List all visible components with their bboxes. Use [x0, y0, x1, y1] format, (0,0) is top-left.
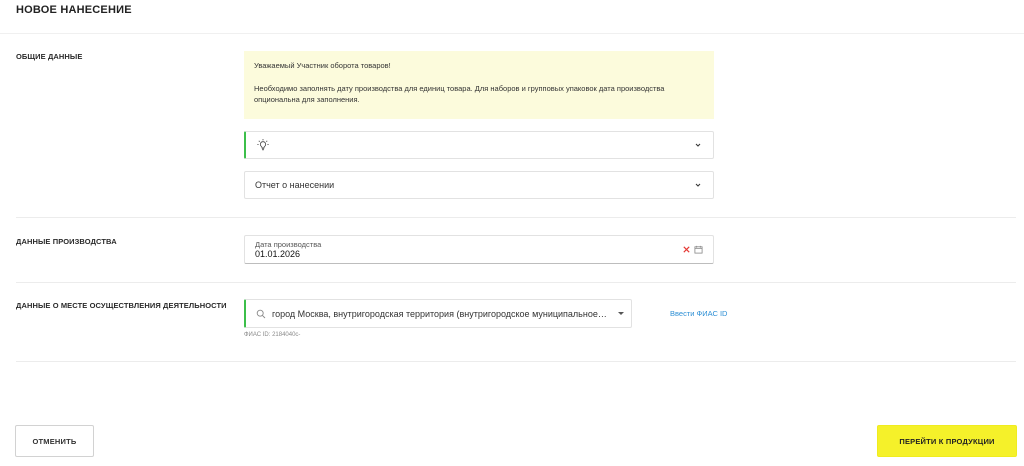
- enter-fias-id-link[interactable]: Ввести ФИАС ID: [670, 309, 727, 318]
- clear-icon[interactable]: [682, 245, 691, 254]
- section-label-production: ДАННЫЕ ПРОИЗВОДСТВА: [16, 237, 117, 246]
- notice-greeting: Уважаемый Участник оборота товаров!: [254, 61, 391, 70]
- search-icon: [256, 309, 266, 318]
- notice-message: Необходимо заполнять дату производства д…: [254, 84, 665, 104]
- calendar-icon[interactable]: [694, 245, 703, 254]
- header-divider: [0, 33, 1024, 34]
- date-field-label: Дата производства: [255, 240, 322, 249]
- chevron-down-icon: [695, 183, 701, 187]
- address-value: город Москва, внутригородская территория…: [272, 308, 607, 319]
- page-title: НОВОЕ НАНЕСЕНИЕ: [16, 4, 132, 16]
- cancel-button[interactable]: ОТМЕНИТЬ: [15, 425, 94, 457]
- go-to-products-button[interactable]: ПЕРЕЙТИ К ПРОДУКЦИИ: [877, 425, 1017, 457]
- section-label-general: ОБЩИЕ ДАННЫЕ: [16, 52, 83, 61]
- info-notice: Уважаемый Участник оборота товаров! Необ…: [244, 51, 714, 119]
- caret-down-icon: [618, 312, 624, 315]
- lightbulb-icon: [257, 139, 269, 151]
- section-divider: [16, 217, 1016, 218]
- section-divider: [16, 282, 1016, 283]
- production-date-field[interactable]: Дата производства 01.01.2026: [244, 235, 714, 264]
- icon-select[interactable]: [244, 131, 714, 159]
- date-field-value: 01.01.2026: [255, 249, 301, 259]
- section-divider: [16, 361, 1016, 362]
- report-type-select[interactable]: Отчет о нанесении: [244, 171, 714, 199]
- section-label-location: ДАННЫЕ О МЕСТЕ ОСУЩЕСТВЛЕНИЯ ДЕЯТЕЛЬНОСТ…: [16, 301, 227, 310]
- chevron-down-icon: [695, 143, 701, 147]
- report-type-value: Отчет о нанесении: [255, 180, 335, 190]
- address-search-input[interactable]: город Москва, внутригородская территория…: [244, 299, 632, 328]
- fias-id-hint: ФИАС ID: 2184040c-: [244, 332, 301, 338]
